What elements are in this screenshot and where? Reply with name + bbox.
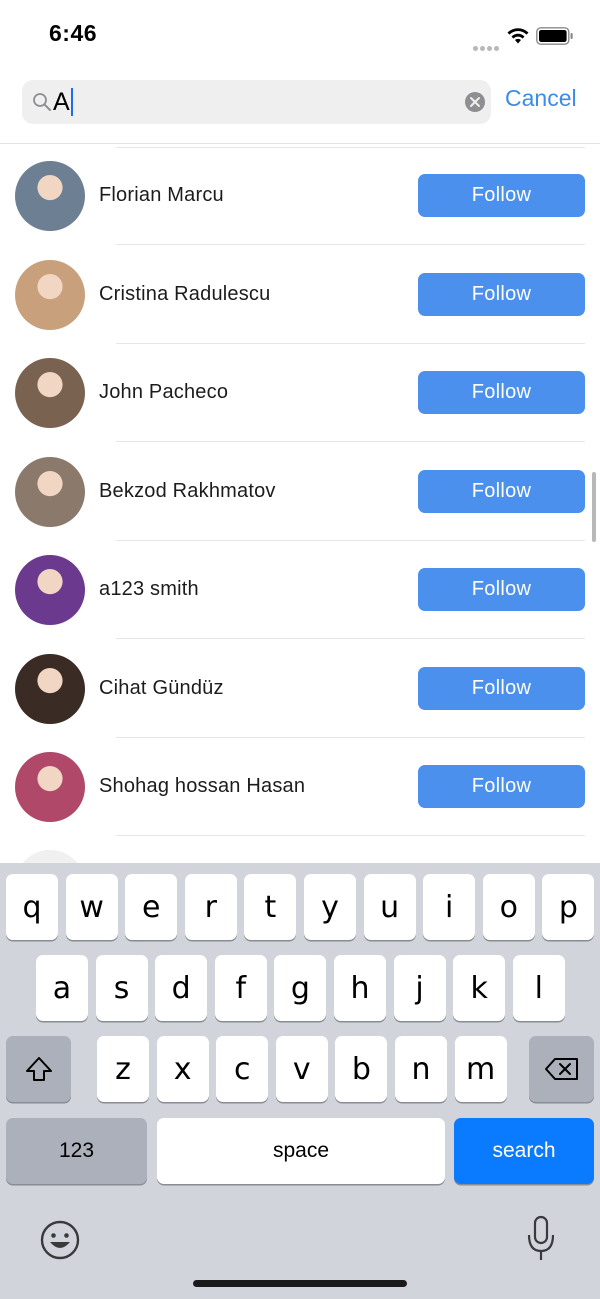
avatar bbox=[15, 555, 85, 625]
list-item[interactable]: a123 smith Follow bbox=[0, 542, 600, 640]
battery-icon bbox=[536, 27, 573, 45]
user-name: Bekzod Rakhmatov bbox=[99, 479, 276, 502]
key-i[interactable]: i bbox=[423, 874, 476, 940]
row-divider bbox=[116, 539, 585, 541]
user-list[interactable]: Florian Marcu Follow Cristina Radulescu Fol… bbox=[0, 145, 600, 865]
key-d[interactable]: d bbox=[155, 955, 208, 1021]
row-divider bbox=[116, 441, 585, 442]
row-divider bbox=[116, 244, 585, 245]
space-key[interactable]: space bbox=[157, 1118, 445, 1184]
row-divider bbox=[116, 736, 585, 738]
key-n[interactable]: n bbox=[395, 1036, 447, 1102]
key-w[interactable]: w bbox=[65, 874, 118, 940]
emoji-icon[interactable] bbox=[38, 1218, 82, 1262]
avatar bbox=[15, 752, 85, 822]
clear-search-icon[interactable] bbox=[464, 91, 486, 113]
shift-key[interactable] bbox=[6, 1036, 71, 1102]
key-m[interactable]: m bbox=[454, 1036, 507, 1102]
search-header: A Cancel bbox=[0, 70, 600, 144]
home-indicator bbox=[193, 1280, 407, 1287]
cellular-signal-icon bbox=[473, 38, 501, 51]
scroll-indicator bbox=[592, 472, 596, 542]
list-item[interactable]: John Pacheco Follow bbox=[0, 345, 600, 443]
key-v[interactable]: v bbox=[275, 1036, 328, 1102]
search-key[interactable]: search bbox=[454, 1118, 594, 1184]
key-x[interactable]: x bbox=[156, 1036, 209, 1102]
backspace-icon bbox=[544, 1058, 578, 1080]
user-name: John Pacheco bbox=[99, 381, 229, 403]
key-h[interactable]: h bbox=[334, 955, 386, 1021]
key-c[interactable]: c bbox=[216, 1036, 269, 1102]
row-divider bbox=[116, 342, 585, 344]
avatar bbox=[15, 653, 85, 724]
key-l[interactable]: l bbox=[512, 955, 565, 1021]
key-u[interactable]: u bbox=[363, 874, 416, 940]
key-a[interactable]: a bbox=[36, 955, 88, 1021]
row-divider bbox=[116, 638, 585, 639]
numbers-key[interactable]: 123 bbox=[6, 1118, 147, 1184]
status-time: 6:46 bbox=[49, 20, 98, 46]
key-f[interactable]: f bbox=[214, 955, 267, 1021]
status-bar: 6:46 bbox=[0, 0, 600, 70]
follow-button[interactable]: Follow bbox=[418, 272, 585, 316]
list-item[interactable]: Bekzod Rakhmatov Follow bbox=[0, 444, 600, 542]
key-p[interactable]: p bbox=[542, 874, 595, 940]
cancel-button[interactable]: Cancel bbox=[505, 85, 577, 112]
avatar bbox=[15, 259, 85, 330]
microphone-icon[interactable] bbox=[525, 1215, 557, 1263]
user-name: Florian Marcu bbox=[99, 184, 224, 206]
follow-button[interactable]: Follow bbox=[418, 568, 585, 611]
avatar bbox=[15, 456, 85, 527]
follow-button[interactable]: Follow bbox=[418, 371, 585, 414]
wifi-icon bbox=[507, 28, 529, 44]
search-query-text: A bbox=[53, 88, 70, 116]
key-k[interactable]: k bbox=[453, 955, 506, 1021]
key-o[interactable]: o bbox=[482, 874, 535, 940]
shift-icon bbox=[25, 1057, 52, 1081]
key-s[interactable]: s bbox=[95, 955, 148, 1021]
follow-button[interactable]: Follow bbox=[418, 666, 585, 710]
follow-button[interactable]: Follow bbox=[418, 765, 585, 808]
key-b[interactable]: b bbox=[335, 1036, 388, 1102]
key-z[interactable]: z bbox=[97, 1036, 149, 1102]
key-q[interactable]: q bbox=[6, 874, 58, 940]
search-field[interactable]: A bbox=[22, 80, 491, 124]
search-input[interactable]: A bbox=[53, 87, 463, 117]
key-g[interactable]: g bbox=[274, 955, 327, 1021]
key-j[interactable]: j bbox=[393, 955, 446, 1021]
keyboard: q w e r t y u i o p a s d f g h j k l z x c v b n m 123 space search bbox=[0, 863, 600, 1299]
key-y[interactable]: y bbox=[304, 874, 356, 940]
avatar bbox=[15, 161, 85, 231]
user-name: Shohag hossan Hasan bbox=[99, 775, 306, 797]
follow-button[interactable]: Follow bbox=[418, 174, 585, 217]
key-r[interactable]: r bbox=[184, 874, 237, 940]
list-item[interactable]: Cihat Gündüz Follow bbox=[0, 641, 600, 739]
key-e[interactable]: e bbox=[125, 874, 178, 940]
row-divider bbox=[116, 835, 585, 836]
user-name: Cihat Gündüz bbox=[99, 676, 224, 699]
follow-button[interactable]: Follow bbox=[418, 469, 585, 513]
list-item[interactable]: Florian Marcu Follow bbox=[0, 148, 600, 246]
text-caret bbox=[70, 88, 73, 116]
search-icon bbox=[33, 93, 51, 111]
avatar bbox=[15, 358, 85, 428]
key-t[interactable]: t bbox=[244, 874, 297, 940]
user-name: Cristina Radulescu bbox=[99, 282, 271, 305]
list-item[interactable]: Shohag hossan Hasan Follow bbox=[0, 739, 600, 837]
delete-key[interactable] bbox=[529, 1036, 594, 1102]
list-item[interactable]: Cristina Radulescu Follow bbox=[0, 247, 600, 345]
user-name: a123 smith bbox=[99, 578, 199, 600]
